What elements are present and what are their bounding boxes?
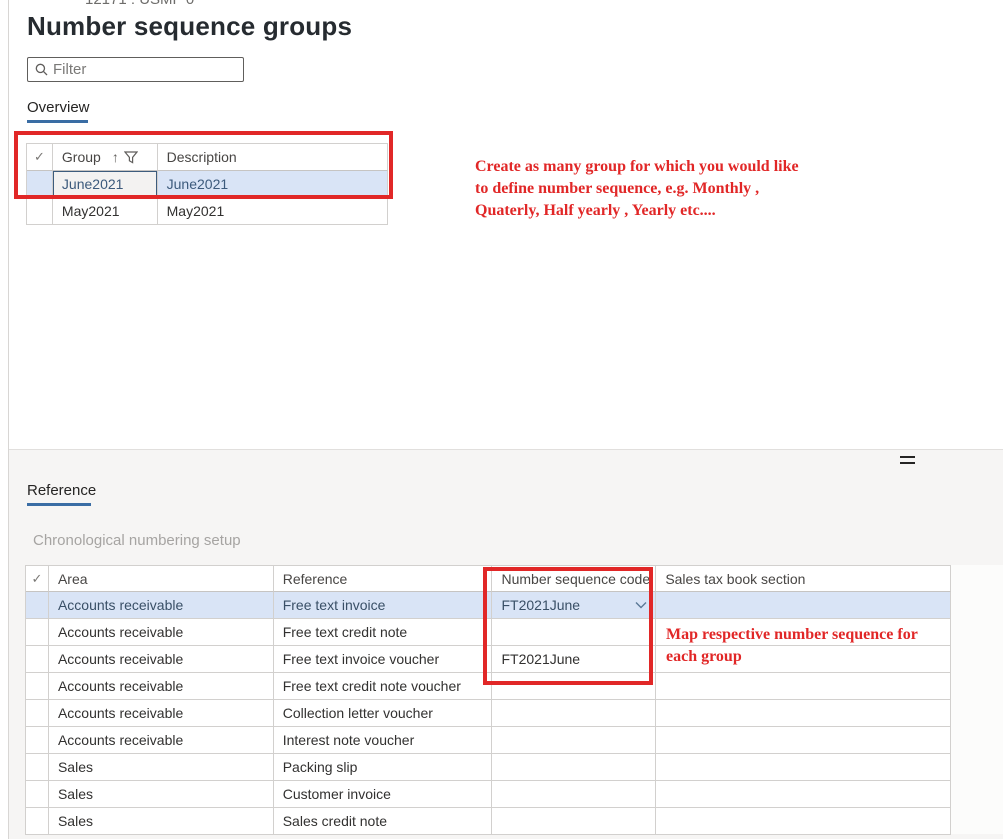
area-cell[interactable]: Sales [49, 781, 274, 808]
number-sequence-code-cell[interactable] [492, 754, 656, 781]
annotation-text-mapping: Map respective number sequence for each … [666, 624, 966, 668]
area-cell[interactable]: Accounts receivable [49, 646, 274, 673]
area-cell[interactable]: Accounts receivable [49, 619, 274, 646]
reference-cell[interactable]: Free text invoice [274, 592, 493, 619]
area-cell[interactable]: Sales [49, 808, 274, 835]
area-cell[interactable]: Sales [49, 754, 274, 781]
reference-cell[interactable]: Sales credit note [274, 808, 493, 835]
sales-tax-cell[interactable] [656, 592, 951, 619]
group-cell[interactable]: May2021 [53, 198, 158, 225]
row-select-cell[interactable] [27, 198, 53, 225]
search-icon [35, 63, 48, 76]
row-select-cell[interactable] [26, 619, 49, 646]
description-cell[interactable]: May2021 [158, 198, 388, 225]
row-select-cell[interactable] [26, 700, 49, 727]
number-sequence-code-cell[interactable] [492, 727, 656, 754]
table-row[interactable]: Sales Customer invoice [26, 781, 951, 808]
reference-cell[interactable]: Customer invoice [274, 781, 493, 808]
reference-cell[interactable]: Packing slip [274, 754, 493, 781]
number-sequence-code-cell[interactable] [492, 808, 656, 835]
sales-tax-cell[interactable] [656, 700, 951, 727]
table-row[interactable]: Sales Packing slip [26, 754, 951, 781]
row-select-cell[interactable] [26, 754, 49, 781]
reference-cell[interactable]: Free text credit note voucher [274, 673, 493, 700]
area-cell[interactable]: Accounts receivable [49, 673, 274, 700]
row-select-cell[interactable] [26, 808, 49, 835]
area-cell[interactable]: Accounts receivable [49, 727, 274, 754]
tab-reference[interactable]: Reference [27, 482, 96, 499]
sales-tax-cell[interactable] [656, 781, 951, 808]
table-row[interactable]: Accounts receivable Interest note vouche… [26, 727, 951, 754]
reference-panel: Reference Chronological numbering setup … [9, 450, 1003, 839]
table-row[interactable]: Sales Sales credit note [26, 808, 951, 835]
overview-panel: 12171 : USMF 0 Number sequence groups Ov… [9, 0, 1003, 450]
area-cell[interactable]: Accounts receivable [49, 592, 274, 619]
select-all-header[interactable]: ✓ [26, 566, 49, 592]
row-select-cell[interactable] [26, 646, 49, 673]
tab-overview[interactable]: Overview [27, 99, 90, 116]
section-group-label: Chronological numbering setup [33, 532, 241, 549]
column-header-reference[interactable]: Reference [274, 566, 493, 592]
number-sequence-code-cell[interactable] [492, 781, 656, 808]
row-select-cell[interactable] [26, 781, 49, 808]
table-row[interactable]: Accounts receivable Collection letter vo… [26, 700, 951, 727]
row-select-cell[interactable] [26, 727, 49, 754]
annotation-box-number-sequence [483, 567, 653, 685]
sales-tax-cell[interactable] [656, 673, 951, 700]
sales-tax-cell[interactable] [656, 808, 951, 835]
area-cell[interactable]: Accounts receivable [49, 700, 274, 727]
filter-input[interactable] [53, 61, 223, 78]
reference-cell[interactable]: Free text credit note [274, 619, 493, 646]
breadcrumb: 12171 : USMF 0 [85, 0, 194, 8]
reference-cell[interactable]: Interest note voucher [274, 727, 493, 754]
row-select-cell[interactable] [26, 673, 49, 700]
filter-box[interactable] [27, 57, 244, 82]
tab-reference-underline [27, 503, 91, 506]
row-select-cell[interactable] [26, 592, 49, 619]
sales-tax-cell[interactable] [656, 754, 951, 781]
grid-filler-area [951, 565, 1003, 834]
sales-tax-cell[interactable] [656, 727, 951, 754]
tab-overview-underline [27, 120, 88, 123]
reference-cell[interactable]: Collection letter voucher [274, 700, 493, 727]
annotation-text-groups: Create as many group for which you would… [475, 156, 855, 222]
table-row[interactable]: May2021 May2021 [27, 198, 388, 225]
reference-cell[interactable]: Free text invoice voucher [274, 646, 493, 673]
annotation-box-groups [14, 131, 393, 199]
column-header-sales-tax-book-section[interactable]: Sales tax book section [656, 566, 951, 592]
column-header-area[interactable]: Area [49, 566, 274, 592]
page-title: Number sequence groups [27, 11, 352, 42]
panel-splitter-handle[interactable] [900, 456, 915, 464]
number-sequence-code-cell[interactable] [492, 700, 656, 727]
